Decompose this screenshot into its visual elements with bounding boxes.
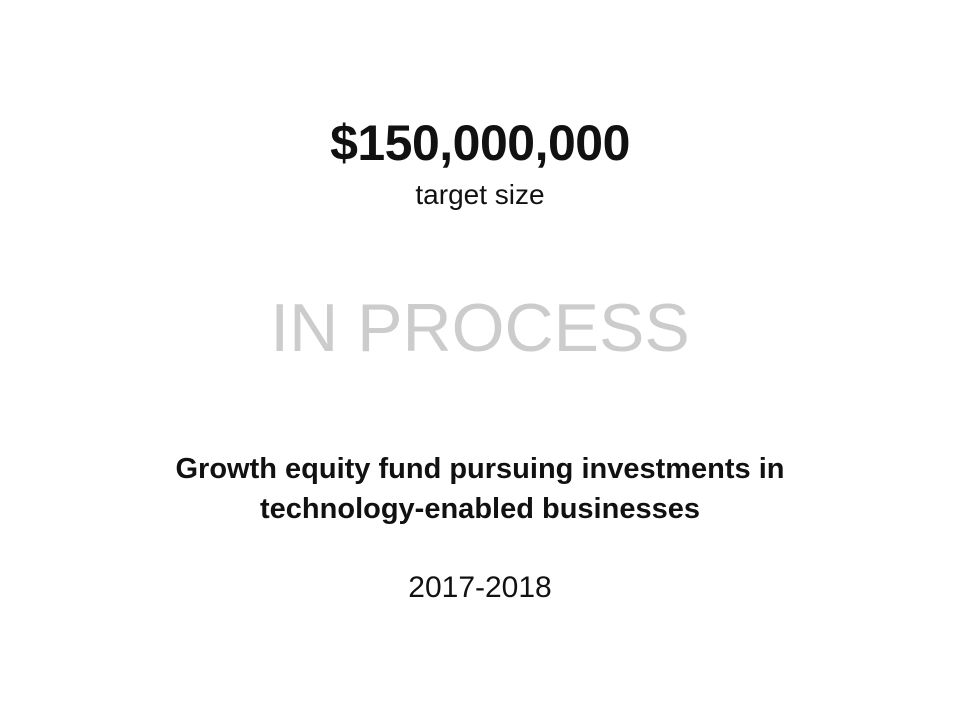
fund-card: $150,000,000 target size IN PROCESS Grow…: [0, 0, 960, 720]
fund-description-line: Growth equity fund pursuing investments …: [175, 453, 785, 485]
fund-description-line: technology-enabled businesses: [260, 493, 700, 525]
fund-target-caption: target size: [415, 179, 545, 210]
fund-target-amount: $150,000,000: [330, 115, 630, 171]
fund-years: 2017-2018: [408, 571, 552, 604]
fund-description: Growth equity fund pursuing investments …: [140, 449, 820, 529]
fund-status: IN PROCESS: [270, 290, 690, 366]
